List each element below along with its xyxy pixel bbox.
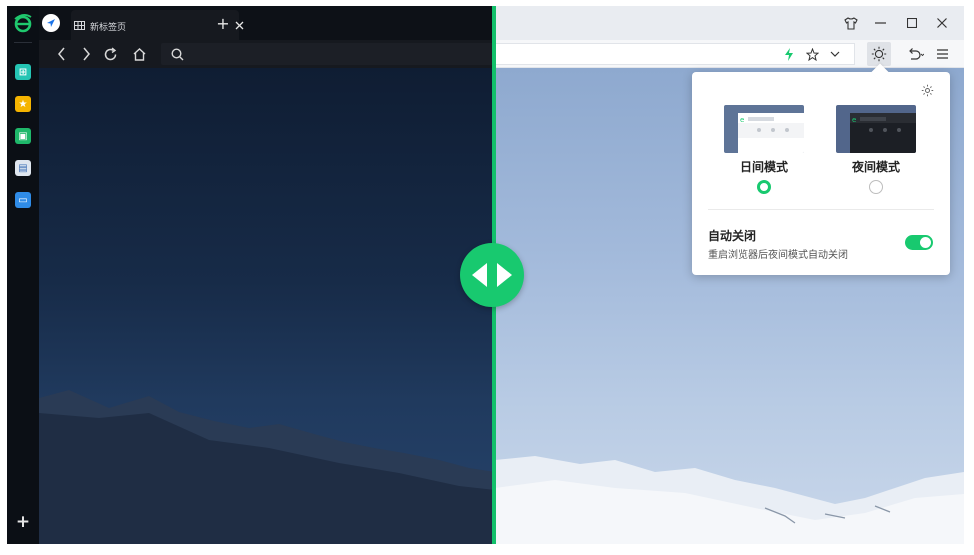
tools-icon[interactable]: ▣ — [15, 128, 31, 144]
light-address-bar[interactable] — [495, 43, 855, 65]
lightning-icon[interactable] — [781, 46, 797, 62]
compare-handle[interactable] — [460, 243, 524, 307]
tab-bar: 新标签页 + — [39, 6, 495, 40]
tab-title: 新标签页 — [90, 23, 127, 33]
nav-toolbar — [39, 40, 495, 68]
day-mode-label: 日间模式 — [739, 160, 788, 174]
sidebar-add-button[interactable]: + — [13, 512, 33, 532]
undo-icon[interactable] — [905, 45, 925, 63]
favorites-icon[interactable]: ★ — [15, 96, 31, 112]
night-mode-browser: ⊞ ★ ▣ ▤ ▭ + 新标签页 + — [7, 6, 495, 544]
auto-close-title: 自动关闭 — [708, 229, 757, 243]
sidebar: ⊞ ★ ▣ ▤ ▭ + — [7, 6, 39, 544]
star-icon[interactable] — [804, 46, 820, 62]
night-mode-thumbnail[interactable]: e — [836, 105, 916, 153]
screenshot-stage: ⊞ ★ ▣ ▤ ▭ + 新标签页 + e e 日间模式 夜间模式 自动关闭 重启… — [0, 0, 974, 555]
ie-logo-icon[interactable] — [12, 12, 34, 34]
tab-new-tab[interactable]: 新标签页 — [71, 10, 243, 40]
maximize-icon[interactable] — [903, 14, 921, 32]
tv-icon[interactable]: ▭ — [15, 192, 31, 208]
back-icon[interactable] — [53, 45, 71, 63]
shirt-icon[interactable] — [842, 14, 860, 32]
settings-icon[interactable] — [919, 82, 935, 98]
notes-icon[interactable]: ▤ — [15, 160, 31, 176]
sidebar-divider — [14, 42, 32, 43]
title-bar — [495, 6, 964, 40]
app-icon[interactable]: ⊞ — [15, 64, 31, 80]
menu-icon[interactable] — [933, 45, 951, 63]
toggle-knob — [920, 237, 931, 248]
compass-icon[interactable] — [42, 14, 60, 32]
light-nav-toolbar — [495, 40, 964, 68]
auto-close-description: 重启浏览器后夜间模式自动关闭 — [708, 250, 848, 261]
grid-icon — [73, 19, 85, 31]
new-tab-label: + — [216, 13, 230, 33]
new-tab-button[interactable]: + — [215, 13, 231, 33]
close-icon[interactable] — [233, 19, 245, 31]
chevron-down-icon[interactable] — [827, 46, 843, 62]
night-mode-radio[interactable] — [869, 180, 883, 194]
forward-icon[interactable] — [77, 45, 95, 63]
svg-text:e: e — [740, 116, 744, 124]
night-wallpaper — [39, 68, 495, 544]
window-close-icon[interactable] — [933, 14, 951, 32]
night-mode-label: 夜间模式 — [851, 160, 900, 174]
sidebar-add-label: + — [15, 512, 31, 532]
address-bar[interactable] — [161, 43, 495, 65]
home-icon[interactable] — [130, 45, 148, 63]
popup-divider — [708, 209, 934, 210]
svg-text:e: e — [852, 116, 856, 124]
day-mode-radio[interactable] — [757, 180, 771, 194]
compare-arrows-icon — [472, 262, 512, 288]
minimize-icon[interactable] — [871, 14, 889, 32]
display-mode-popup: e e 日间模式 夜间模式 自动关闭 重启浏览器后夜间模式自动关闭 — [692, 72, 950, 275]
reload-icon[interactable] — [101, 45, 119, 63]
sun-icon[interactable] — [867, 42, 891, 66]
auto-close-toggle[interactable] — [905, 235, 933, 250]
day-mode-thumbnail[interactable]: e — [724, 105, 804, 153]
search-icon — [169, 46, 185, 62]
